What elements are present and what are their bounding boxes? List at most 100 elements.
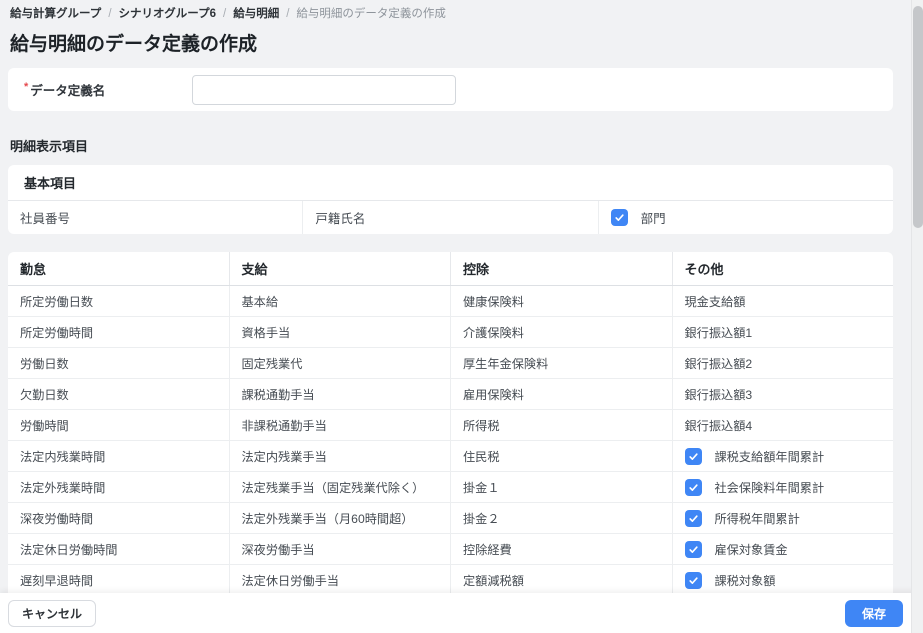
cancel-button[interactable]: キャンセル <box>8 599 97 627</box>
breadcrumb-item[interactable]: シナリオグループ6 <box>119 8 216 21</box>
table-cell: 銀行振込額1 <box>673 317 894 347</box>
table-cell: 社員番号 <box>8 201 304 234</box>
table-cell: 非課税通勤手当 <box>230 410 451 440</box>
table-cell: 所定労働日数 <box>8 286 230 316</box>
breadcrumb-item[interactable]: 給与計算グループ <box>10 8 101 21</box>
cell-label: 社会保険料年間累計 <box>714 481 825 495</box>
table-cell: 銀行振込額4 <box>673 410 894 440</box>
table-row: 欠勤日数 課税通勤手当 雇用保険料 銀行振込額3 <box>8 379 893 410</box>
breadcrumb-separator: / <box>223 8 227 20</box>
table-cell: 厚生年金保険料 <box>451 348 673 378</box>
cell-label: 法定外残業手当（月60時間超） <box>241 512 414 526</box>
table-row: 法定休日労働時間 深夜労働手当 控除経費 雇保対象賃金 <box>8 534 893 565</box>
table-cell: 法定内残業時間 <box>8 441 230 471</box>
table-row: 遅刻早退時間 法定休日労働手当 定額減税額 課税対象額 <box>8 565 893 596</box>
table-cell: 定額減税額 <box>451 565 673 595</box>
cell-label: 銀行振込額1 <box>684 326 753 340</box>
table-cell: 雇用保険料 <box>451 379 673 409</box>
check-icon <box>688 576 698 584</box>
check-icon <box>688 452 698 460</box>
main-content: 給与計算グループ / シナリオグループ6 / 給与明細 / 給与明細のデータ定義の作成 給与… <box>0 0 923 596</box>
cell-label: 掛金１ <box>463 481 500 495</box>
cell-label: 控除経費 <box>463 543 512 557</box>
table-cell: 課税支給額年間累計 <box>673 441 894 471</box>
breadcrumb-item[interactable]: 給与明細 <box>233 8 279 21</box>
cell-label: 銀行振込額2 <box>684 357 753 371</box>
cell-label: 社員番号 <box>20 212 71 226</box>
breadcrumb-separator: / <box>286 8 290 20</box>
table-cell: 法定外残業手当（月60時間超） <box>230 503 451 533</box>
table-cell: 法定外残業時間 <box>8 472 230 502</box>
table-cell: 資格手当 <box>230 317 451 347</box>
cell-label: 部門 <box>640 212 666 226</box>
check-icon <box>688 514 698 522</box>
table-cell: 欠勤日数 <box>8 379 230 409</box>
table-cell: 所得税年間累計 <box>673 503 894 533</box>
breadcrumb-current: 給与明細のデータ定義の作成 <box>296 8 446 20</box>
table-cell: 所定労働時間 <box>8 317 230 347</box>
items-table: 勤怠 支給 控除 その他 所定労働日数 基本給 健康保険料 現金支給額所定労働時間 資格手当 介… <box>8 252 893 596</box>
page-title: 給与明細のデータ定義の作成 <box>10 34 258 55</box>
table-cell: 社会保険料年間累計 <box>673 472 894 502</box>
check-icon <box>688 483 698 491</box>
cell-label: 資格手当 <box>241 326 291 340</box>
basic-items-header: 基本項目 <box>8 165 893 201</box>
basic-items-card: 基本項目 社員番号 戸籍氏名 部門 <box>8 165 893 234</box>
table-cell: 基本給 <box>230 286 451 316</box>
column-header: 控除 <box>451 252 673 285</box>
checkbox[interactable] <box>684 478 702 496</box>
table-row: 深夜労働時間 法定外残業手当（月60時間超） 掛金２ 所得税年間累計 <box>8 503 893 534</box>
table-cell: 部門 <box>599 201 893 234</box>
checkbox[interactable] <box>684 571 702 589</box>
cell-label: 銀行振込額4 <box>684 419 753 433</box>
cell-label: 定額減税額 <box>463 574 524 588</box>
cell-label: 雇用保険料 <box>463 388 524 402</box>
cell-label: 介護保険料 <box>463 326 524 340</box>
vertical-scrollbar[interactable] <box>911 0 923 633</box>
cell-label: 所定労働時間 <box>20 326 94 340</box>
table-cell: 労働時間 <box>8 410 230 440</box>
table-cell: 介護保険料 <box>451 317 673 347</box>
cell-label: 深夜労働手当 <box>241 543 315 557</box>
checkbox[interactable] <box>684 540 702 558</box>
save-button[interactable]: 保存 <box>844 599 903 627</box>
cell-label: 課税通勤手当 <box>241 388 315 402</box>
cell-label: 欠勤日数 <box>20 388 69 402</box>
scrollbar-thumb[interactable] <box>913 6 923 228</box>
checkbox[interactable] <box>610 209 628 226</box>
checkbox[interactable] <box>684 509 702 527</box>
footer-bar: キャンセル 保存 <box>0 593 923 633</box>
table-cell: 雇保対象賃金 <box>673 534 894 564</box>
cell-label: 銀行振込額3 <box>684 388 753 402</box>
basic-items-row: 社員番号 戸籍氏名 部門 <box>8 201 893 234</box>
table-cell: 法定休日労働手当 <box>230 565 451 595</box>
cell-label: 現金支給額 <box>684 295 746 309</box>
data-definition-name-input[interactable] <box>192 74 456 105</box>
cell-label: 住民税 <box>463 450 500 464</box>
table-cell: 掛金１ <box>451 472 673 502</box>
table-cell: 住民税 <box>451 441 673 471</box>
cell-label: 所定労働日数 <box>20 295 94 309</box>
required-mark: * <box>24 81 29 93</box>
column-header: 勤怠 <box>8 252 230 285</box>
cell-label: 課税対象額 <box>714 574 776 588</box>
table-cell: 所得税 <box>451 410 673 440</box>
cell-label: 労働日数 <box>20 357 69 371</box>
cell-label: 雇保対象賃金 <box>714 543 788 557</box>
cell-label: 所得税年間累計 <box>714 512 800 526</box>
cell-label: 非課税通勤手当 <box>241 419 327 433</box>
table-header-row: 勤怠 支給 控除 その他 <box>8 252 893 286</box>
table-cell: 現金支給額 <box>673 286 894 316</box>
field-label-text: データ定義名 <box>30 84 106 98</box>
cell-label: 深夜労働時間 <box>20 512 94 526</box>
table-cell: 銀行振込額2 <box>673 348 894 378</box>
breadcrumb: 給与計算グループ / シナリオグループ6 / 給与明細 / 給与明細のデータ定義の作成 <box>8 8 905 21</box>
cell-label: 遅刻早退時間 <box>20 574 94 588</box>
cell-label: 健康保険料 <box>463 295 524 309</box>
check-icon <box>615 214 624 221</box>
cell-label: 法定内残業時間 <box>20 450 106 464</box>
checkbox[interactable] <box>684 447 702 465</box>
cell-label: 戸籍氏名 <box>315 212 366 226</box>
table-cell: 課税通勤手当 <box>230 379 451 409</box>
table-cell: 深夜労働時間 <box>8 503 230 533</box>
